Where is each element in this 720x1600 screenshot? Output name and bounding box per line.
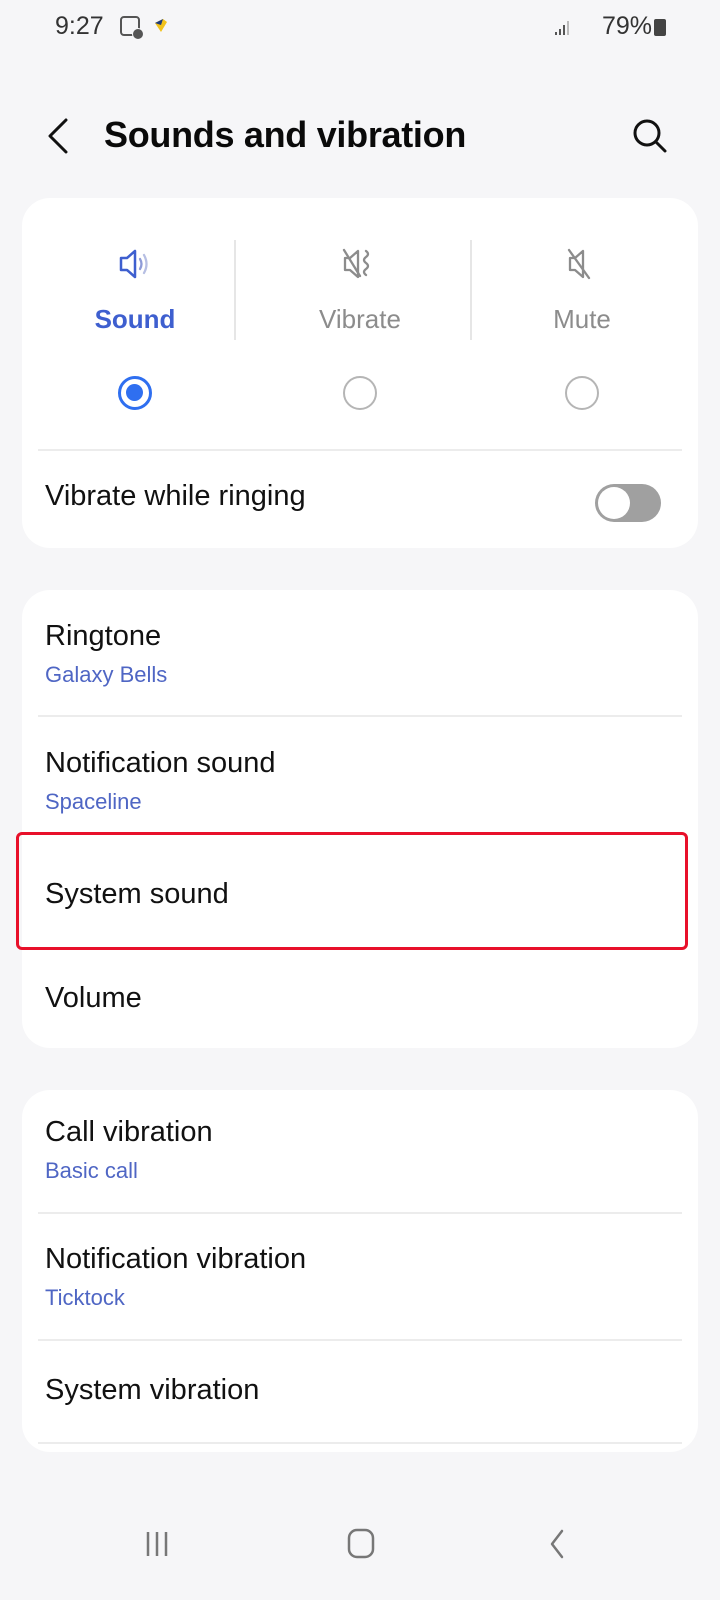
- mode-option-mute[interactable]: Mute: [469, 236, 695, 436]
- chevron-left-icon[interactable]: [38, 112, 82, 160]
- row-title: Call vibration: [45, 1116, 213, 1148]
- back-icon[interactable]: [540, 1526, 580, 1562]
- vibrate-while-ringing-toggle[interactable]: [595, 484, 661, 522]
- sound-mode-card: Sound Vibrate Mute Vibrate while ringing: [22, 198, 698, 548]
- row-subtitle: Ticktock: [45, 1285, 125, 1310]
- list-item-notification-vibration[interactable]: Notification vibration Ticktock: [22, 1243, 698, 1339]
- row-subtitle: Basic call: [45, 1158, 138, 1183]
- mode-option-vibrate[interactable]: Vibrate: [247, 236, 473, 436]
- row-title: Ringtone: [45, 620, 162, 652]
- divider: [38, 1212, 682, 1214]
- status-bar: 9:27 79%: [0, 0, 720, 54]
- list-item-notification-sound[interactable]: Notification sound Spaceline: [22, 747, 698, 843]
- radio-button[interactable]: [343, 376, 377, 410]
- search-icon[interactable]: [628, 114, 672, 158]
- divider: [234, 240, 236, 340]
- battery-icon: [654, 19, 666, 36]
- row-title: Notification sound: [45, 747, 276, 779]
- message-notification-icon: [120, 16, 144, 40]
- muted-speaker-icon: [567, 248, 591, 280]
- list-item-volume[interactable]: Volume: [22, 982, 698, 1032]
- sounds-card: Ringtone Galaxy Bells Notification sound…: [22, 590, 698, 1048]
- vibrate-muted-speaker-icon: [342, 248, 370, 279]
- mode-label: Mute: [553, 304, 611, 334]
- mode-option-sound[interactable]: Sound: [22, 236, 248, 436]
- app-notification-icon: [155, 19, 167, 32]
- home-icon[interactable]: [342, 1526, 382, 1562]
- radio-button-selected[interactable]: [118, 376, 152, 410]
- row-subtitle: Spaceline: [45, 789, 142, 814]
- row-title: System vibration: [45, 1374, 260, 1406]
- row-title: Notification vibration: [45, 1243, 307, 1275]
- status-time: 9:27: [55, 12, 104, 40]
- vibrate-while-ringing-row[interactable]: Vibrate while ringing: [22, 450, 698, 548]
- navigation-bar: [0, 1490, 720, 1600]
- list-item-ringtone[interactable]: Ringtone Galaxy Bells: [22, 620, 698, 716]
- signal-icon: [555, 21, 569, 35]
- list-item-system-vibration[interactable]: System vibration: [22, 1374, 698, 1424]
- mode-label: Sound: [94, 304, 176, 334]
- divider: [38, 1442, 682, 1444]
- row-subtitle: Galaxy Bells: [45, 662, 168, 687]
- radio-button[interactable]: [565, 376, 599, 410]
- speaker-icon: [119, 249, 148, 279]
- battery-percent: 79%: [601, 12, 652, 40]
- divider: [38, 715, 682, 717]
- row-title: Volume: [45, 982, 142, 1014]
- divider: [38, 1339, 682, 1341]
- app-bar: Sounds and vibration: [0, 100, 720, 176]
- page-title: Sounds and vibration: [104, 114, 467, 155]
- mode-label: Vibrate: [319, 304, 401, 334]
- row-title: Vibrate while ringing: [45, 480, 306, 512]
- recents-icon[interactable]: [140, 1526, 180, 1562]
- list-item-call-vibration[interactable]: Call vibration Basic call: [22, 1116, 698, 1212]
- vibration-card: Call vibration Basic call Notification v…: [22, 1090, 698, 1452]
- highlight-annotation: [16, 832, 688, 950]
